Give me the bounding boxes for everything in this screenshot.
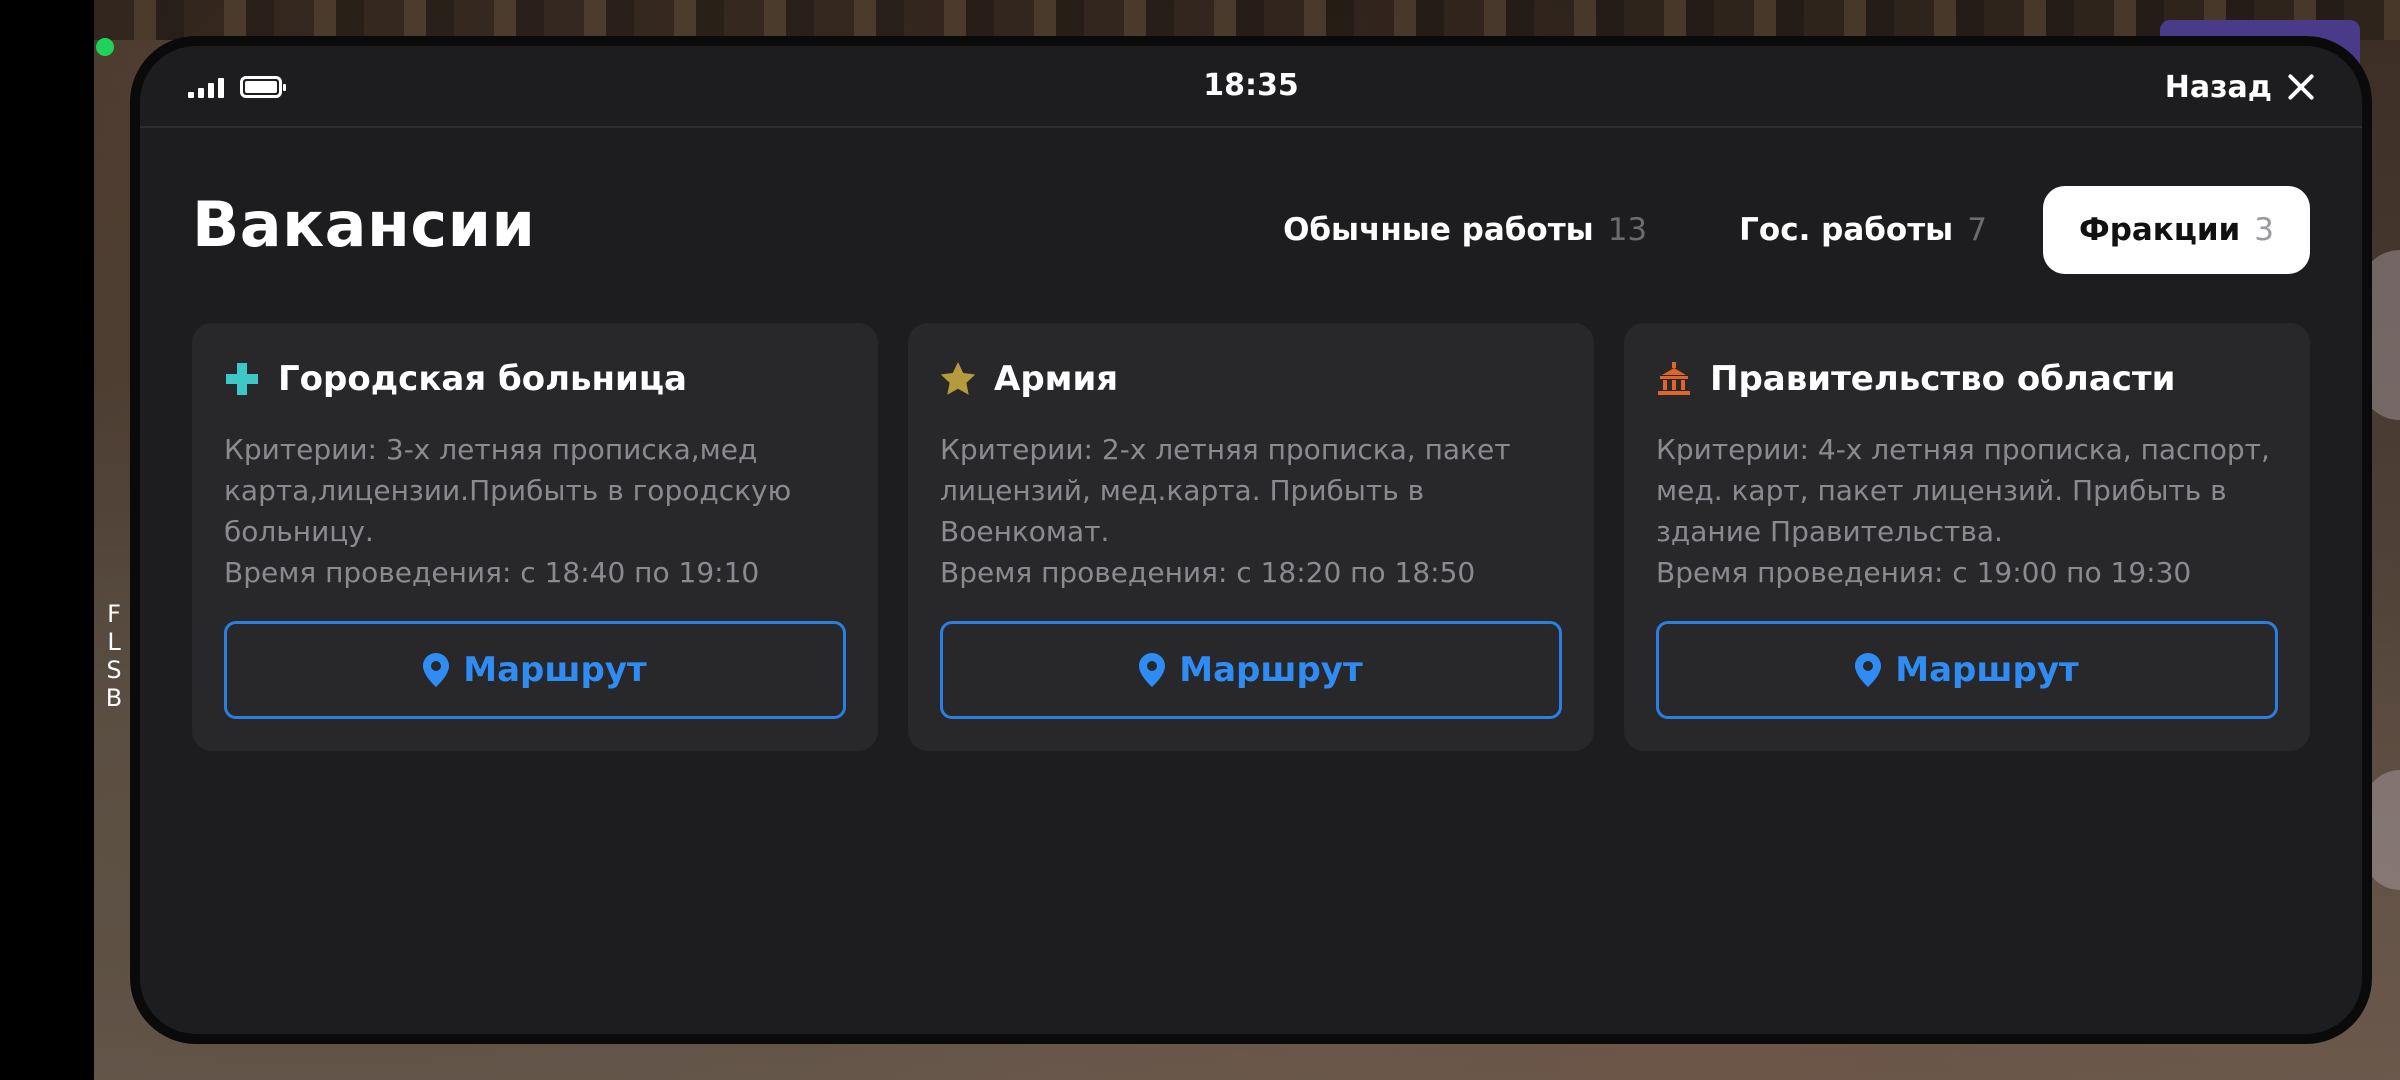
side-letter: B — [105, 684, 123, 712]
tab-count: 13 — [1607, 212, 1648, 248]
side-letters: F L S B — [104, 600, 124, 712]
hud-side-button-lower[interactable] — [2364, 770, 2400, 890]
route-button[interactable]: Маршрут — [940, 621, 1562, 719]
star-icon — [940, 361, 976, 397]
vacancy-card-army: Армия Критерии: 2-х летняя прописка, пак… — [908, 323, 1594, 751]
online-indicator — [96, 38, 114, 56]
bookshelf-backdrop — [94, 0, 2400, 40]
route-label: Маршрут — [1179, 650, 1363, 690]
location-pin-icon — [1855, 653, 1882, 687]
hud-side-button[interactable] — [2360, 250, 2400, 420]
tab-count: 7 — [1967, 212, 1987, 248]
side-letter: F — [107, 600, 121, 628]
vacancy-card-hospital: Городская больница Критерии: 3-х летняя … — [192, 323, 878, 751]
side-letter: L — [107, 628, 121, 656]
route-label: Маршрут — [463, 650, 647, 690]
tab-label: Фракции — [2078, 212, 2241, 248]
page-title: Вакансии — [192, 188, 536, 261]
tab-label: Обычные работы — [1283, 212, 1594, 248]
vacancy-time: Время проведения: с 18:40 по 19:10 — [224, 556, 760, 589]
route-label: Маршрут — [1895, 650, 2079, 690]
jobs-panel: 18:35 Назад Вакансии Обычные работы 13 Г… — [140, 46, 2362, 1034]
close-icon[interactable] — [2286, 72, 2316, 102]
vacancy-time: Время проведения: с 18:20 по 18:50 — [940, 556, 1476, 589]
vacancy-time: Время проведения: с 19:00 по 19:30 — [1656, 556, 2192, 589]
route-button[interactable]: Маршрут — [224, 621, 846, 719]
vacancy-card-government: Правительство области Критерии: 4-х летн… — [1624, 323, 2310, 751]
vacancy-title: Армия — [994, 359, 1119, 399]
side-letter: S — [106, 656, 122, 684]
tab-government-jobs[interactable]: Гос. работы 7 — [1703, 186, 2023, 274]
tab-count: 3 — [2254, 212, 2274, 248]
medical-cross-icon — [224, 361, 260, 397]
tab-label: Гос. работы — [1739, 212, 1954, 248]
back-button[interactable]: Назад — [2165, 64, 2316, 110]
vacancy-criteria: Критерии: 3-х летняя прописка,мед карта,… — [224, 433, 792, 548]
vacancy-criteria: Критерии: 4-х летняя прописка, паспорт, … — [1656, 433, 2270, 548]
vacancy-title: Правительство области — [1710, 359, 2176, 399]
tab-regular-jobs[interactable]: Обычные работы 13 — [1247, 186, 1683, 274]
tab-factions[interactable]: Фракции 3 — [2042, 186, 2310, 274]
route-button[interactable]: Маршрут — [1656, 621, 2278, 719]
vacancy-title: Городская больница — [278, 359, 687, 399]
clock: 18:35 — [1203, 68, 1299, 103]
government-building-icon — [1656, 361, 1692, 397]
phone-statusbar: 18:35 Назад — [140, 46, 2362, 128]
category-tabs: Обычные работы 13 Гос. работы 7 Фракции … — [1247, 186, 2310, 274]
back-label: Назад — [2164, 69, 2272, 105]
vacancy-list: Городская больница Критерии: 3-х летняя … — [192, 323, 2310, 751]
location-pin-icon — [1139, 653, 1166, 687]
location-pin-icon — [423, 653, 450, 687]
vacancy-criteria: Критерии: 2-х летняя прописка, пакет лиц… — [940, 433, 1511, 548]
